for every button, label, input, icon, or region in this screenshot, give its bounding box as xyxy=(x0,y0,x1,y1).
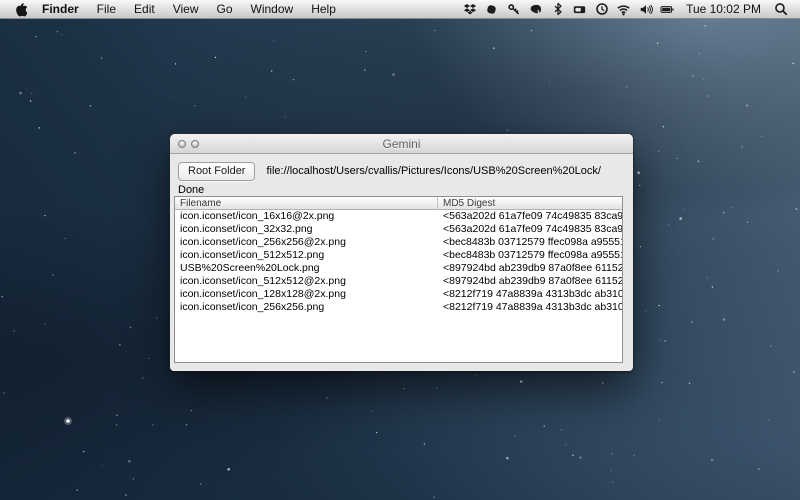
table-row[interactable]: icon.iconset/icon_256x256@2x.png <bec848… xyxy=(175,236,622,249)
digest-cell: <563a202d 61a7fe09 74c49835 83ca92e1> xyxy=(438,223,622,236)
menu-item-go[interactable]: Go xyxy=(208,0,242,18)
table-row[interactable]: icon.iconset/icon_512x512.png <bec8483b … xyxy=(175,249,622,262)
menu-bar-status-area: Tue 10:02 PM xyxy=(460,0,792,18)
status-label: Done xyxy=(178,184,204,196)
table-row[interactable]: icon.iconset/icon_16x16@2x.png <563a202d… xyxy=(175,210,622,223)
menu-bar-clock[interactable]: Tue 10:02 PM xyxy=(680,2,769,16)
menu-item-help[interactable]: Help xyxy=(302,0,345,18)
filename-cell: icon.iconset/icon_128x128@2x.png xyxy=(175,288,438,301)
table-header: Filename MD5 Digest xyxy=(175,197,622,210)
time-machine-icon[interactable] xyxy=(592,0,611,18)
filename-cell: icon.iconset/icon_32x32.png xyxy=(175,223,438,236)
minimize-button[interactable] xyxy=(191,140,199,148)
filename-cell: icon.iconset/icon_512x512.png xyxy=(175,249,438,262)
table-row[interactable]: icon.iconset/icon_128x128@2x.png <8212f7… xyxy=(175,288,622,301)
menu-bar: Finder File Edit View Go Window Help xyxy=(0,0,800,19)
battery-icon[interactable] xyxy=(658,0,677,18)
bluetooth-icon[interactable] xyxy=(548,0,567,18)
menu-item-view[interactable]: View xyxy=(164,0,208,18)
table-row[interactable]: icon.iconset/icon_512x512@2x.png <897924… xyxy=(175,275,622,288)
menu-item-edit[interactable]: Edit xyxy=(125,0,164,18)
root-folder-button[interactable]: Root Folder xyxy=(178,162,255,181)
folder-path-label: file://localhost/Users/cvallis/Pictures/… xyxy=(266,165,600,177)
filename-cell: icon.iconset/icon_16x16@2x.png xyxy=(175,210,438,223)
window-titlebar[interactable]: Gemini xyxy=(170,134,633,154)
close-button[interactable] xyxy=(178,140,186,148)
gemini-window: Gemini Root Folder file://localhost/User… xyxy=(170,134,633,371)
battery-widget-icon[interactable] xyxy=(570,0,589,18)
column-header-md5[interactable]: MD5 Digest xyxy=(438,197,622,209)
toolbar-row: Root Folder file://localhost/Users/cvall… xyxy=(178,161,625,181)
column-header-filename[interactable]: Filename xyxy=(175,197,438,209)
filename-cell: icon.iconset/icon_256x256.png xyxy=(175,301,438,314)
window-title: Gemini xyxy=(382,137,420,151)
filename-cell: icon.iconset/icon_512x512@2x.png xyxy=(175,275,438,288)
table-row[interactable]: icon.iconset/icon_32x32.png <563a202d 61… xyxy=(175,223,622,236)
menu-item-finder[interactable]: Finder xyxy=(33,0,88,18)
digest-cell: <897924bd ab239db9 87a0f8ee 611526c5> xyxy=(438,262,622,275)
digest-cell: <bec8483b 03712579 ffec098a a9555180> xyxy=(438,236,622,249)
digest-cell: <8212f719 47a8839a 4313b3dc ab310e39> xyxy=(438,288,622,301)
table-row[interactable]: icon.iconset/icon_256x256.png <8212f719 … xyxy=(175,301,622,314)
elephant-icon[interactable] xyxy=(526,0,545,18)
digest-cell: <897924bd ab239db9 87a0f8ee 611526c5> xyxy=(438,275,622,288)
app-blob-icon[interactable] xyxy=(482,0,501,18)
digest-cell: <8212f719 47a8839a 4313b3dc ab310e39> xyxy=(438,301,622,314)
digest-cell: <bec8483b 03712579 ffec098a a9555180> xyxy=(438,249,622,262)
window-controls xyxy=(178,140,199,148)
wifi-icon[interactable] xyxy=(614,0,633,18)
dropbox-icon[interactable] xyxy=(460,0,479,18)
apple-menu-icon[interactable] xyxy=(8,0,33,18)
filename-cell: USB%20Screen%20Lock.png xyxy=(175,262,438,275)
md5-results-table: Filename MD5 Digest icon.iconset/icon_16… xyxy=(174,196,623,363)
table-row[interactable]: USB%20Screen%20Lock.png <897924bd ab239d… xyxy=(175,262,622,275)
menu-item-window[interactable]: Window xyxy=(242,0,303,18)
digest-cell: <563a202d 61a7fe09 74c49835 83ca92e1> xyxy=(438,210,622,223)
volume-icon[interactable] xyxy=(636,0,655,18)
menu-item-file[interactable]: File xyxy=(88,0,125,18)
key-icon[interactable] xyxy=(504,0,523,18)
spotlight-icon[interactable] xyxy=(772,0,792,18)
filename-cell: icon.iconset/icon_256x256@2x.png xyxy=(175,236,438,249)
